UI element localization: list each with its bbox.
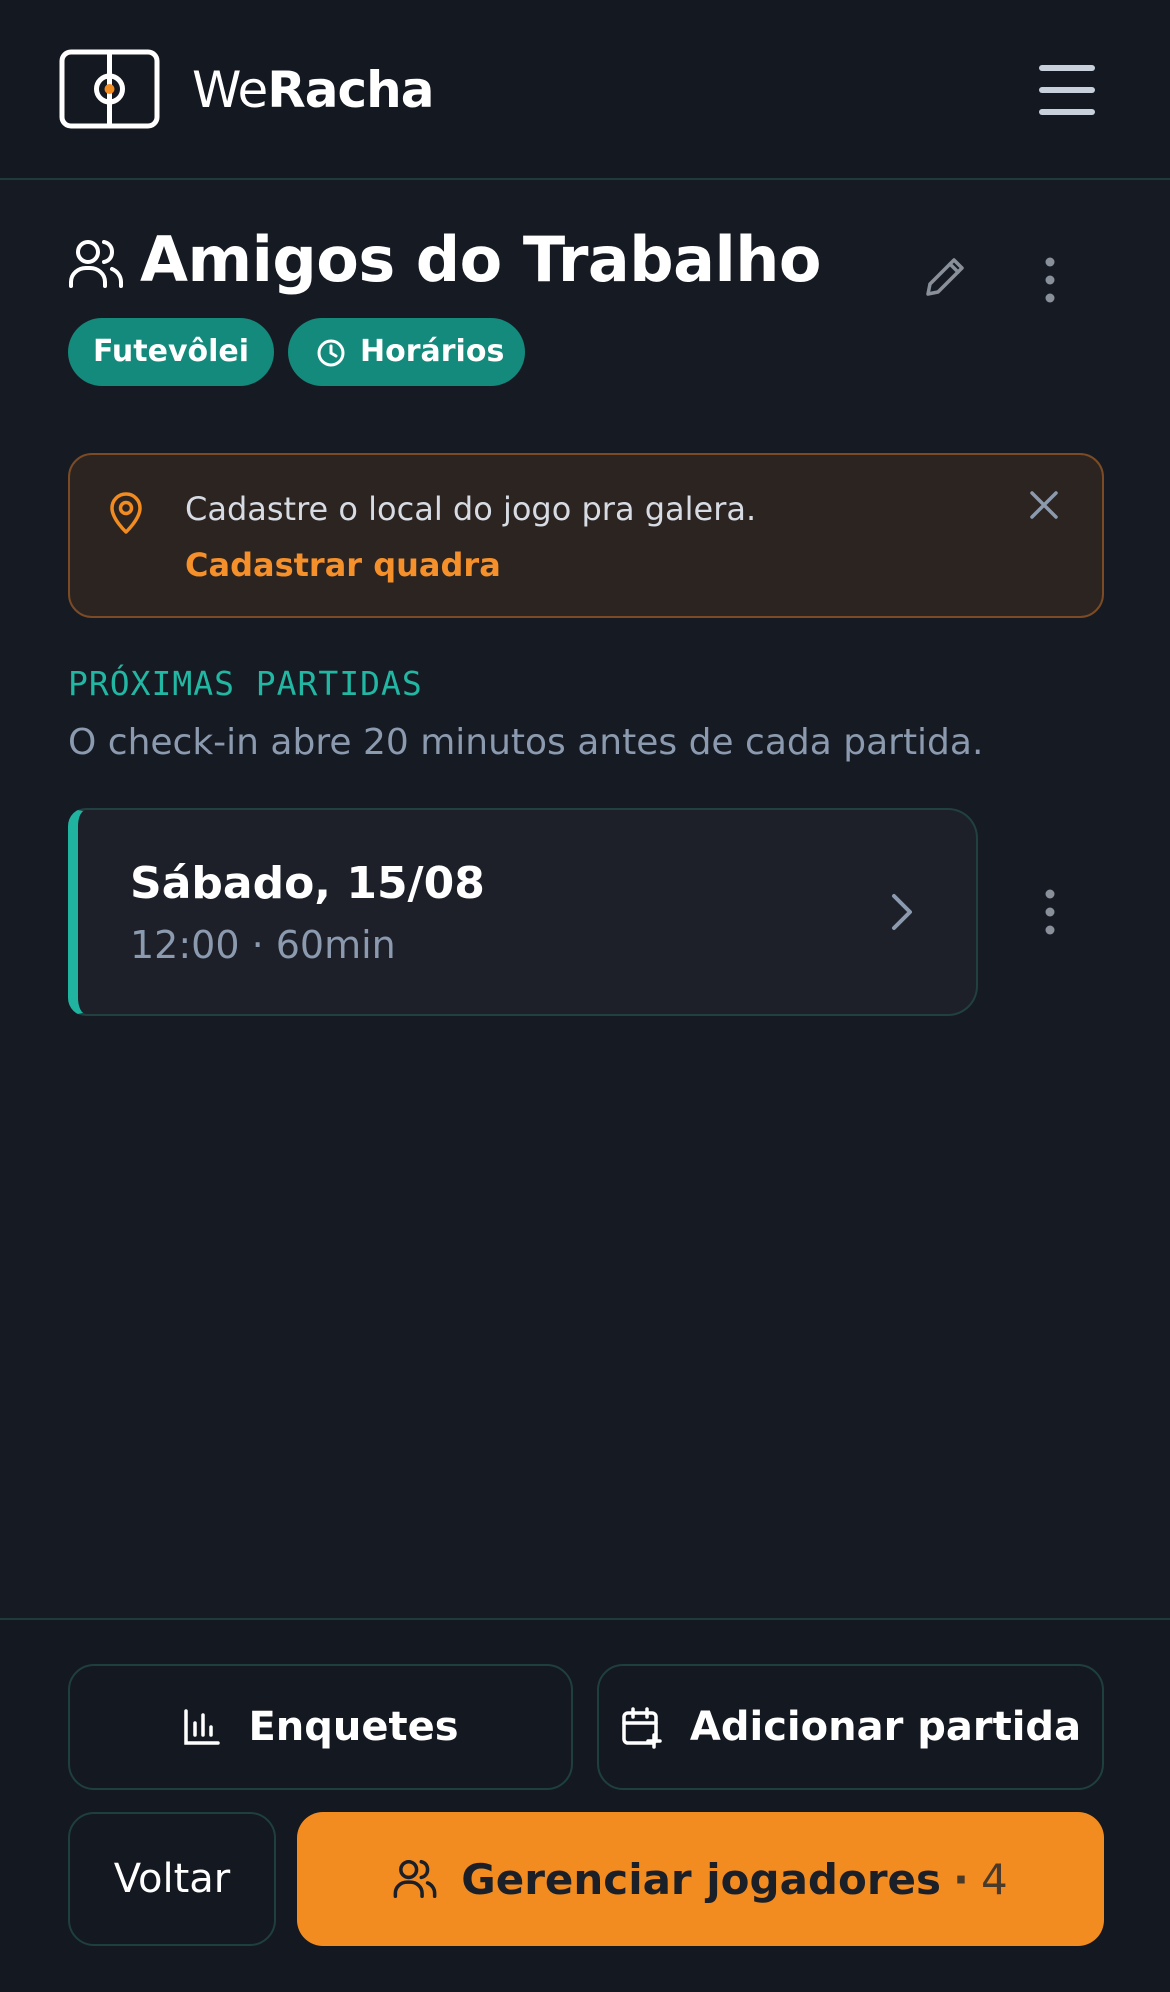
field-logo-icon[interactable] bbox=[59, 49, 160, 129]
add-match-label: Adicionar partida bbox=[689, 1704, 1082, 1750]
venue-alert: Cadastre o local do jogo pra galera. Cad… bbox=[68, 453, 1104, 618]
calendar-add-icon bbox=[622, 1707, 662, 1749]
group-users-icon bbox=[393, 1859, 437, 1899]
alert-message: Cadastre o local do jogo pra galera. bbox=[185, 490, 757, 528]
brand-light: We bbox=[192, 61, 268, 119]
match-card[interactable]: Sábado, 15/08 12:00 · 60min bbox=[68, 808, 978, 1016]
polls-button[interactable]: Enquetes bbox=[68, 1664, 573, 1790]
location-pin-icon bbox=[110, 492, 142, 534]
sport-chip[interactable]: Futevôlei bbox=[68, 318, 274, 386]
page-title: Amigos do Trabalho bbox=[140, 223, 821, 296]
match-time: 12:00 · 60min bbox=[130, 923, 396, 967]
hours-chip[interactable]: Horários bbox=[288, 318, 525, 386]
hours-chip-label: Horários bbox=[360, 334, 505, 369]
section-label: PRÓXIMAS PARTIDAS bbox=[68, 664, 423, 703]
pencil-edit-icon[interactable] bbox=[920, 252, 970, 302]
chevron-right-icon bbox=[892, 894, 912, 930]
manage-players-button[interactable]: Gerenciar jogadores · 4 bbox=[297, 1812, 1104, 1946]
players-count: 4 bbox=[981, 1854, 1008, 1904]
separator-dot: · bbox=[953, 1854, 970, 1904]
match-options-icon[interactable] bbox=[1030, 884, 1070, 940]
hamburger-menu-icon[interactable] bbox=[1036, 62, 1098, 118]
group-users-icon bbox=[69, 240, 123, 288]
manage-players-label: Gerenciar jogadores bbox=[461, 1854, 942, 1904]
brand-name[interactable]: WeRacha bbox=[192, 60, 435, 120]
app-header: WeRacha bbox=[0, 0, 1170, 180]
section-subtitle: O check-in abre 20 minutos antes de cada… bbox=[68, 722, 984, 763]
more-options-icon[interactable] bbox=[1030, 252, 1070, 308]
clock-icon bbox=[317, 339, 345, 367]
register-court-link[interactable]: Cadastrar quadra bbox=[185, 537, 501, 593]
close-icon[interactable] bbox=[1024, 485, 1064, 525]
polls-label: Enquetes bbox=[248, 1704, 459, 1750]
match-date: Sábado, 15/08 bbox=[130, 858, 485, 909]
back-button[interactable]: Voltar bbox=[68, 1812, 276, 1946]
bar-chart-icon bbox=[184, 1709, 221, 1745]
brand-bold: Racha bbox=[267, 61, 434, 119]
add-match-button[interactable]: Adicionar partida bbox=[597, 1664, 1104, 1790]
